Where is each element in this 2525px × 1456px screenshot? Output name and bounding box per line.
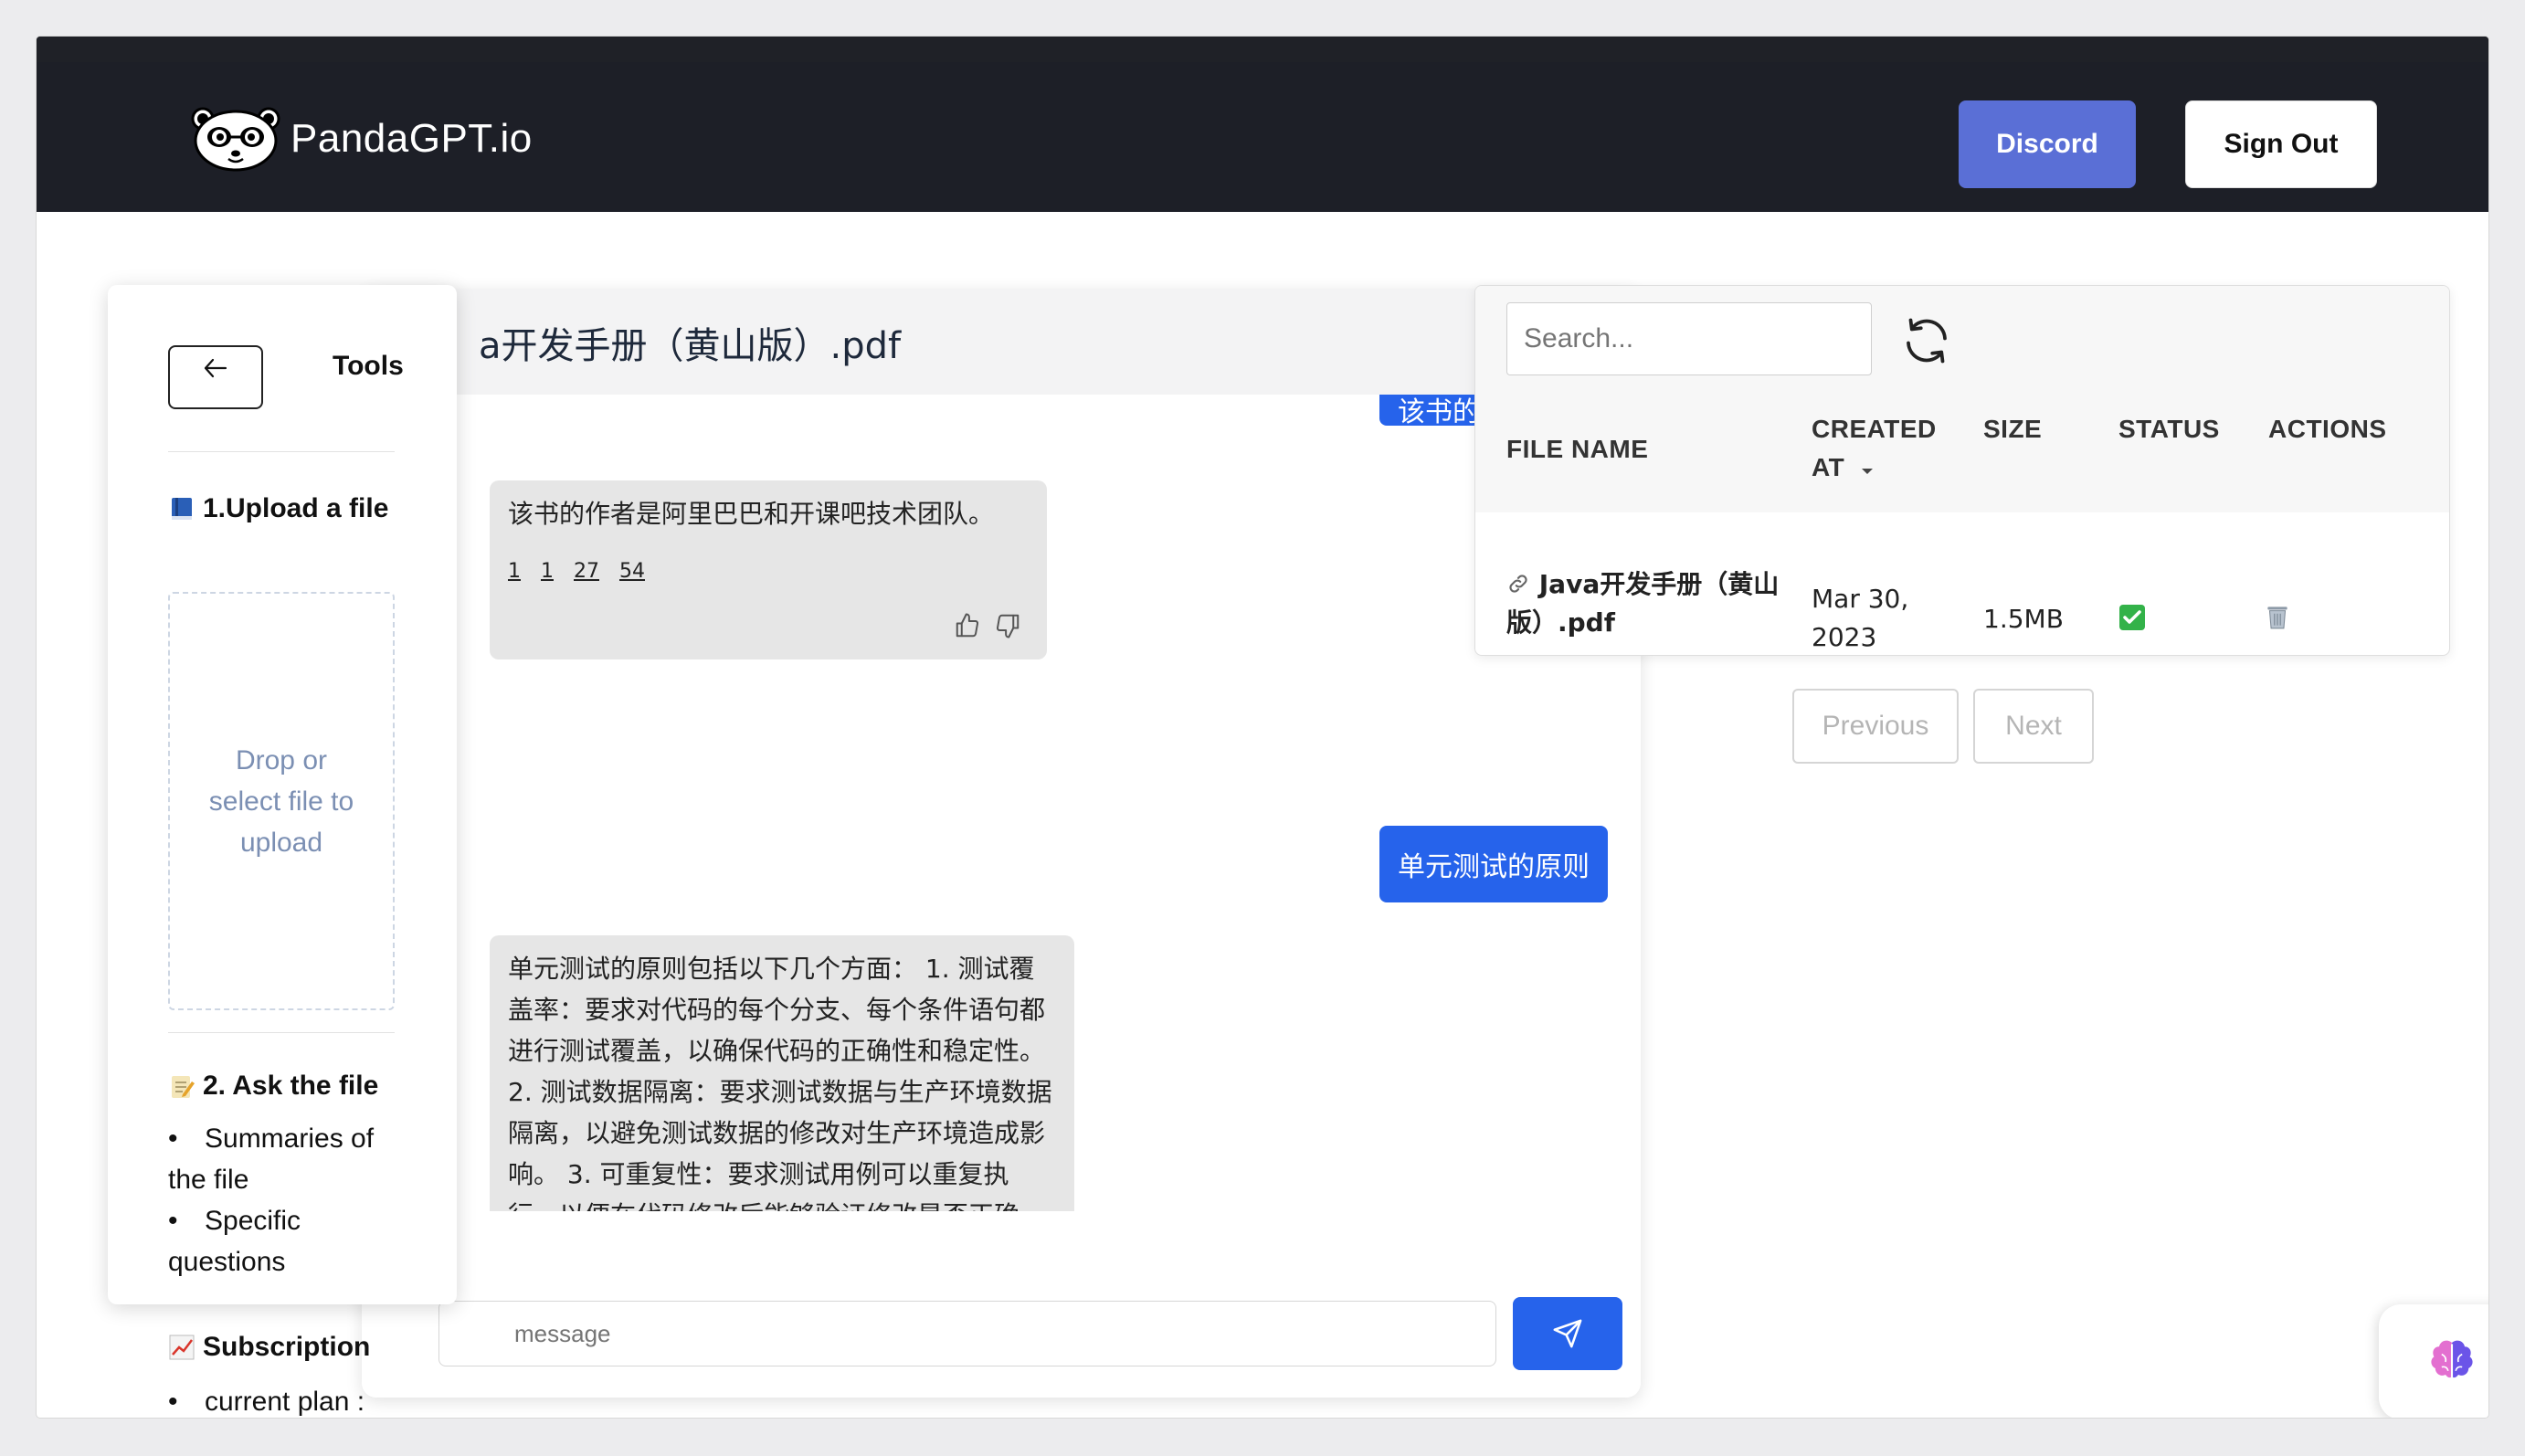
user-message-text: 单元测试的原则	[1398, 851, 1590, 883]
user-message: 单元测试的原则	[1379, 826, 1608, 902]
ask-heading: 2. Ask the file	[168, 1071, 378, 1102]
chat-panel: 该书的作 该书的作者是阿里巴巴和开课吧技术团队。 1 1 27 54 单元测试的…	[362, 289, 1641, 1398]
file-dropzone[interactable]: Drop or select file to upload	[168, 592, 395, 1010]
created-at-cell: Mar 30, 2023	[1812, 584, 1909, 652]
list-item: • current plan :	[168, 1381, 442, 1418]
bullet: •	[168, 1387, 178, 1417]
message-composer	[362, 1211, 1641, 1398]
chat-header: a开发手册（黄山版）.pdf	[362, 289, 1641, 395]
assistant-message-text: 单元测试的原则包括以下几个方面： 1. 测试覆盖率：要求对代码的每个分支、每个条…	[508, 954, 1052, 1211]
message-input[interactable]	[438, 1301, 1496, 1366]
previous-page-button[interactable]: Previous	[1792, 689, 1959, 764]
files-table-card: FILE NAME CREATED AT SIZE STATUS ACTIONS…	[1474, 285, 2450, 656]
list-item-text: Summaries of the file	[168, 1124, 375, 1195]
brain-icon	[2431, 1340, 2473, 1379]
trash-icon[interactable]	[2263, 602, 2292, 631]
ask-heading-text: 2. Ask the file	[203, 1071, 379, 1101]
column-header-file-name[interactable]: FILE NAME	[1506, 430, 1648, 469]
source-ref-link[interactable]: 27	[574, 551, 599, 592]
upload-heading-text: 1.Upload a file	[203, 493, 389, 523]
file-name-cell[interactable]: Java开发手册（黄山版）.pdf	[1506, 565, 1790, 642]
arrow-left-icon	[204, 358, 227, 378]
upload-heading: 1.Upload a file	[168, 493, 388, 524]
column-header-size[interactable]: SIZE	[1983, 410, 2042, 448]
assistant-message-text: 该书的作者是阿里巴巴和开课吧技术团队。	[508, 499, 995, 529]
subscription-list: • current plan :	[168, 1381, 442, 1418]
chart-increasing-icon	[169, 1335, 195, 1360]
source-references: 1 1 27 54	[508, 551, 1029, 592]
column-header-actions[interactable]: ACTIONS	[2268, 410, 2387, 448]
check-mark-icon	[2119, 605, 2145, 630]
dropzone-text: Drop or select file to upload	[208, 744, 354, 858]
source-ref-link[interactable]: 1	[541, 551, 554, 592]
column-header-status[interactable]: STATUS	[2118, 410, 2220, 448]
search-input[interactable]	[1506, 302, 1872, 375]
status-cell	[2118, 604, 2146, 642]
blue-book-icon	[172, 498, 192, 520]
sign-out-button[interactable]: Sign Out	[2185, 100, 2377, 188]
browser-window: PandaGPT.io Discord Sign Out 该书的作 该书的作者是…	[37, 37, 2488, 1418]
assistant-message: 该书的作者是阿里巴巴和开课吧技术团队。 1 1 27 54	[490, 480, 1047, 659]
brand-logo[interactable]: PandaGPT.io	[190, 106, 533, 172]
tools-sidebar: Tools 1.Upload a file Drop or select fil…	[108, 285, 457, 1304]
refresh-icon[interactable]	[1899, 313, 1954, 368]
brand-name: PandaGPT.io	[291, 116, 533, 161]
source-ref-link[interactable]: 1	[508, 551, 521, 592]
feedback-buttons	[954, 612, 1021, 639]
subscription-heading-text: Subscription	[203, 1332, 371, 1362]
sort-down-icon	[1861, 469, 1873, 474]
column-header-created-at[interactable]: CREATED AT	[1812, 410, 1939, 487]
back-button[interactable]	[168, 345, 263, 409]
size-cell: 1.5MB	[1983, 604, 2064, 634]
divider	[168, 1032, 395, 1033]
tools-title: Tools	[333, 351, 404, 381]
send-icon	[1553, 1319, 1582, 1348]
list-item: Specific questions	[168, 1200, 406, 1282]
assistant-widget[interactable]	[2379, 1304, 2488, 1418]
assistant-message: 单元测试的原则包括以下几个方面： 1. 测试覆盖率：要求对代码的每个分支、每个条…	[490, 935, 1074, 1211]
list-item: Summaries of the file	[168, 1118, 406, 1200]
link-icon	[1509, 575, 1527, 593]
subscription-heading: Subscription	[168, 1332, 370, 1363]
source-ref-link[interactable]: 54	[619, 551, 645, 592]
file-name-text: Java开发手册（黄山版）.pdf	[1506, 569, 1780, 638]
actions-cell	[2263, 602, 2292, 642]
discord-button[interactable]: Discord	[1959, 100, 2136, 188]
top-navbar: PandaGPT.io Discord Sign Out	[37, 37, 2488, 212]
memo-icon	[172, 1076, 195, 1098]
send-button[interactable]	[1513, 1297, 1622, 1370]
next-page-button[interactable]: Next	[1973, 689, 2094, 764]
list-item-text: current plan :	[205, 1387, 365, 1417]
panda-logo-icon	[191, 107, 280, 172]
chat-messages[interactable]: 该书的作 该书的作者是阿里巴巴和开课吧技术团队。 1 1 27 54 单元测试的…	[362, 395, 1641, 1211]
document-title: a开发手册（黄山版）.pdf	[479, 325, 902, 367]
thumbs-up-icon[interactable]	[954, 612, 981, 639]
divider	[168, 451, 395, 452]
thumbs-down-icon[interactable]	[994, 612, 1021, 639]
ask-options-list: Summaries of the file Specific questions	[168, 1118, 406, 1282]
list-item-text: Specific questions	[168, 1206, 301, 1277]
